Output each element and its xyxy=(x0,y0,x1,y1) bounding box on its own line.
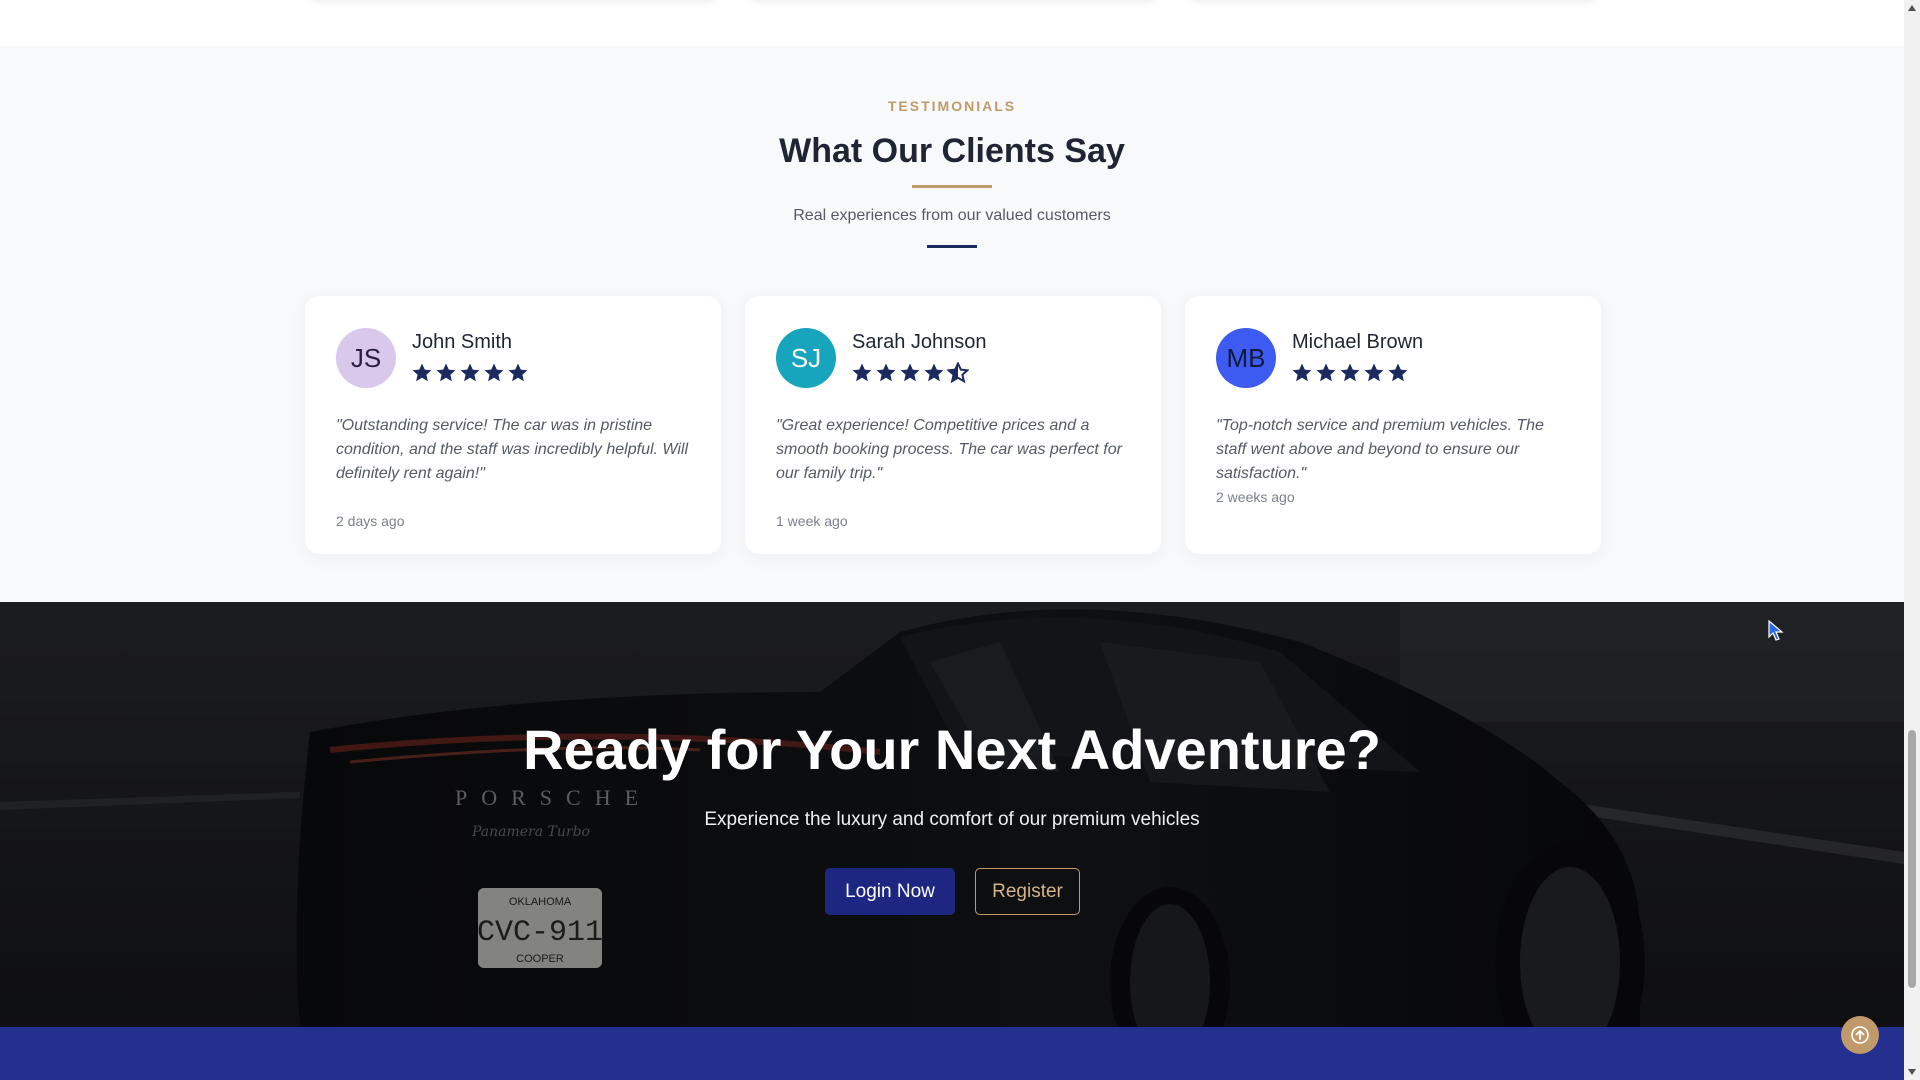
register-button[interactable]: Register xyxy=(975,868,1080,915)
section-title: What Our Clients Say xyxy=(779,132,1125,170)
section-subtitle: Real experiences from our valued custome… xyxy=(793,207,1111,224)
client-name: Michael Brown xyxy=(1292,331,1424,353)
star-icon xyxy=(1292,363,1312,382)
scroll-down-arrow-icon[interactable] xyxy=(1904,1064,1920,1080)
cta-subtitle: Experience the luxury and comfort of our… xyxy=(704,809,1200,830)
star-icon xyxy=(852,363,872,382)
star-rating xyxy=(411,362,529,384)
testimonials-section: TESTIMONIALS What Our Clients Say Real e… xyxy=(0,46,1904,602)
login-button[interactable]: Login Now xyxy=(825,868,955,915)
star-half-icon xyxy=(947,362,969,384)
subtitle-divider xyxy=(927,245,977,248)
star-icon xyxy=(484,363,504,382)
review-time: 1 week ago xyxy=(776,513,848,529)
star-icon xyxy=(900,363,920,382)
star-rating xyxy=(1291,362,1409,384)
star-icon xyxy=(436,363,456,382)
top-strip xyxy=(0,0,1904,46)
review-time: 2 days ago xyxy=(336,513,405,529)
client-name: John Smith xyxy=(412,331,513,353)
testimonial-card: MB Michael Brown "Top-notch service and … xyxy=(1185,296,1601,554)
testimonial-quote: "Great experience! Competitive prices an… xyxy=(776,417,1122,482)
scroll-to-top-button[interactable] xyxy=(1841,1016,1879,1054)
star-icon xyxy=(508,363,528,382)
star-icon xyxy=(460,363,480,382)
scroll-up-arrow-icon[interactable] xyxy=(1904,0,1920,16)
star-rating xyxy=(851,362,969,384)
vertical-scrollbar[interactable] xyxy=(1904,0,1920,1080)
page: TESTIMONIALS What Our Clients Say Real e… xyxy=(0,0,1904,1080)
star-icon xyxy=(1340,363,1360,382)
review-time: 2 weeks ago xyxy=(1216,489,1295,505)
arrow-up-icon xyxy=(1851,1026,1869,1044)
footer xyxy=(0,1027,1904,1080)
testimonial-quote: "Top-notch service and premium vehicles.… xyxy=(1216,417,1544,482)
avatar: JS xyxy=(336,328,396,388)
star-icon xyxy=(1364,363,1384,382)
testimonial-quote: "Outstanding service! The car was in pri… xyxy=(336,417,689,482)
avatar: SJ xyxy=(776,328,836,388)
testimonial-card: SJ Sarah Johnson "Great experience! Comp… xyxy=(745,296,1161,554)
star-icon xyxy=(1388,363,1408,382)
star-icon xyxy=(876,363,896,382)
client-name: Sarah Johnson xyxy=(852,331,987,353)
cta-section: PORSCHE Panamera Turbo OKLAHOMA CVC-911 … xyxy=(0,602,1904,1027)
star-icon xyxy=(924,363,944,382)
scrollbar-thumb[interactable] xyxy=(1908,730,1916,988)
mouse-cursor-icon xyxy=(1768,620,1784,641)
avatar: MB xyxy=(1216,328,1276,388)
cta-title: Ready for Your Next Adventure? xyxy=(523,718,1381,781)
testimonial-card: JS John Smith "Outstanding service! The … xyxy=(305,296,721,554)
section-eyebrow: TESTIMONIALS xyxy=(887,98,1017,114)
star-icon xyxy=(1316,363,1336,382)
star-icon xyxy=(412,363,432,382)
title-divider xyxy=(912,185,992,188)
